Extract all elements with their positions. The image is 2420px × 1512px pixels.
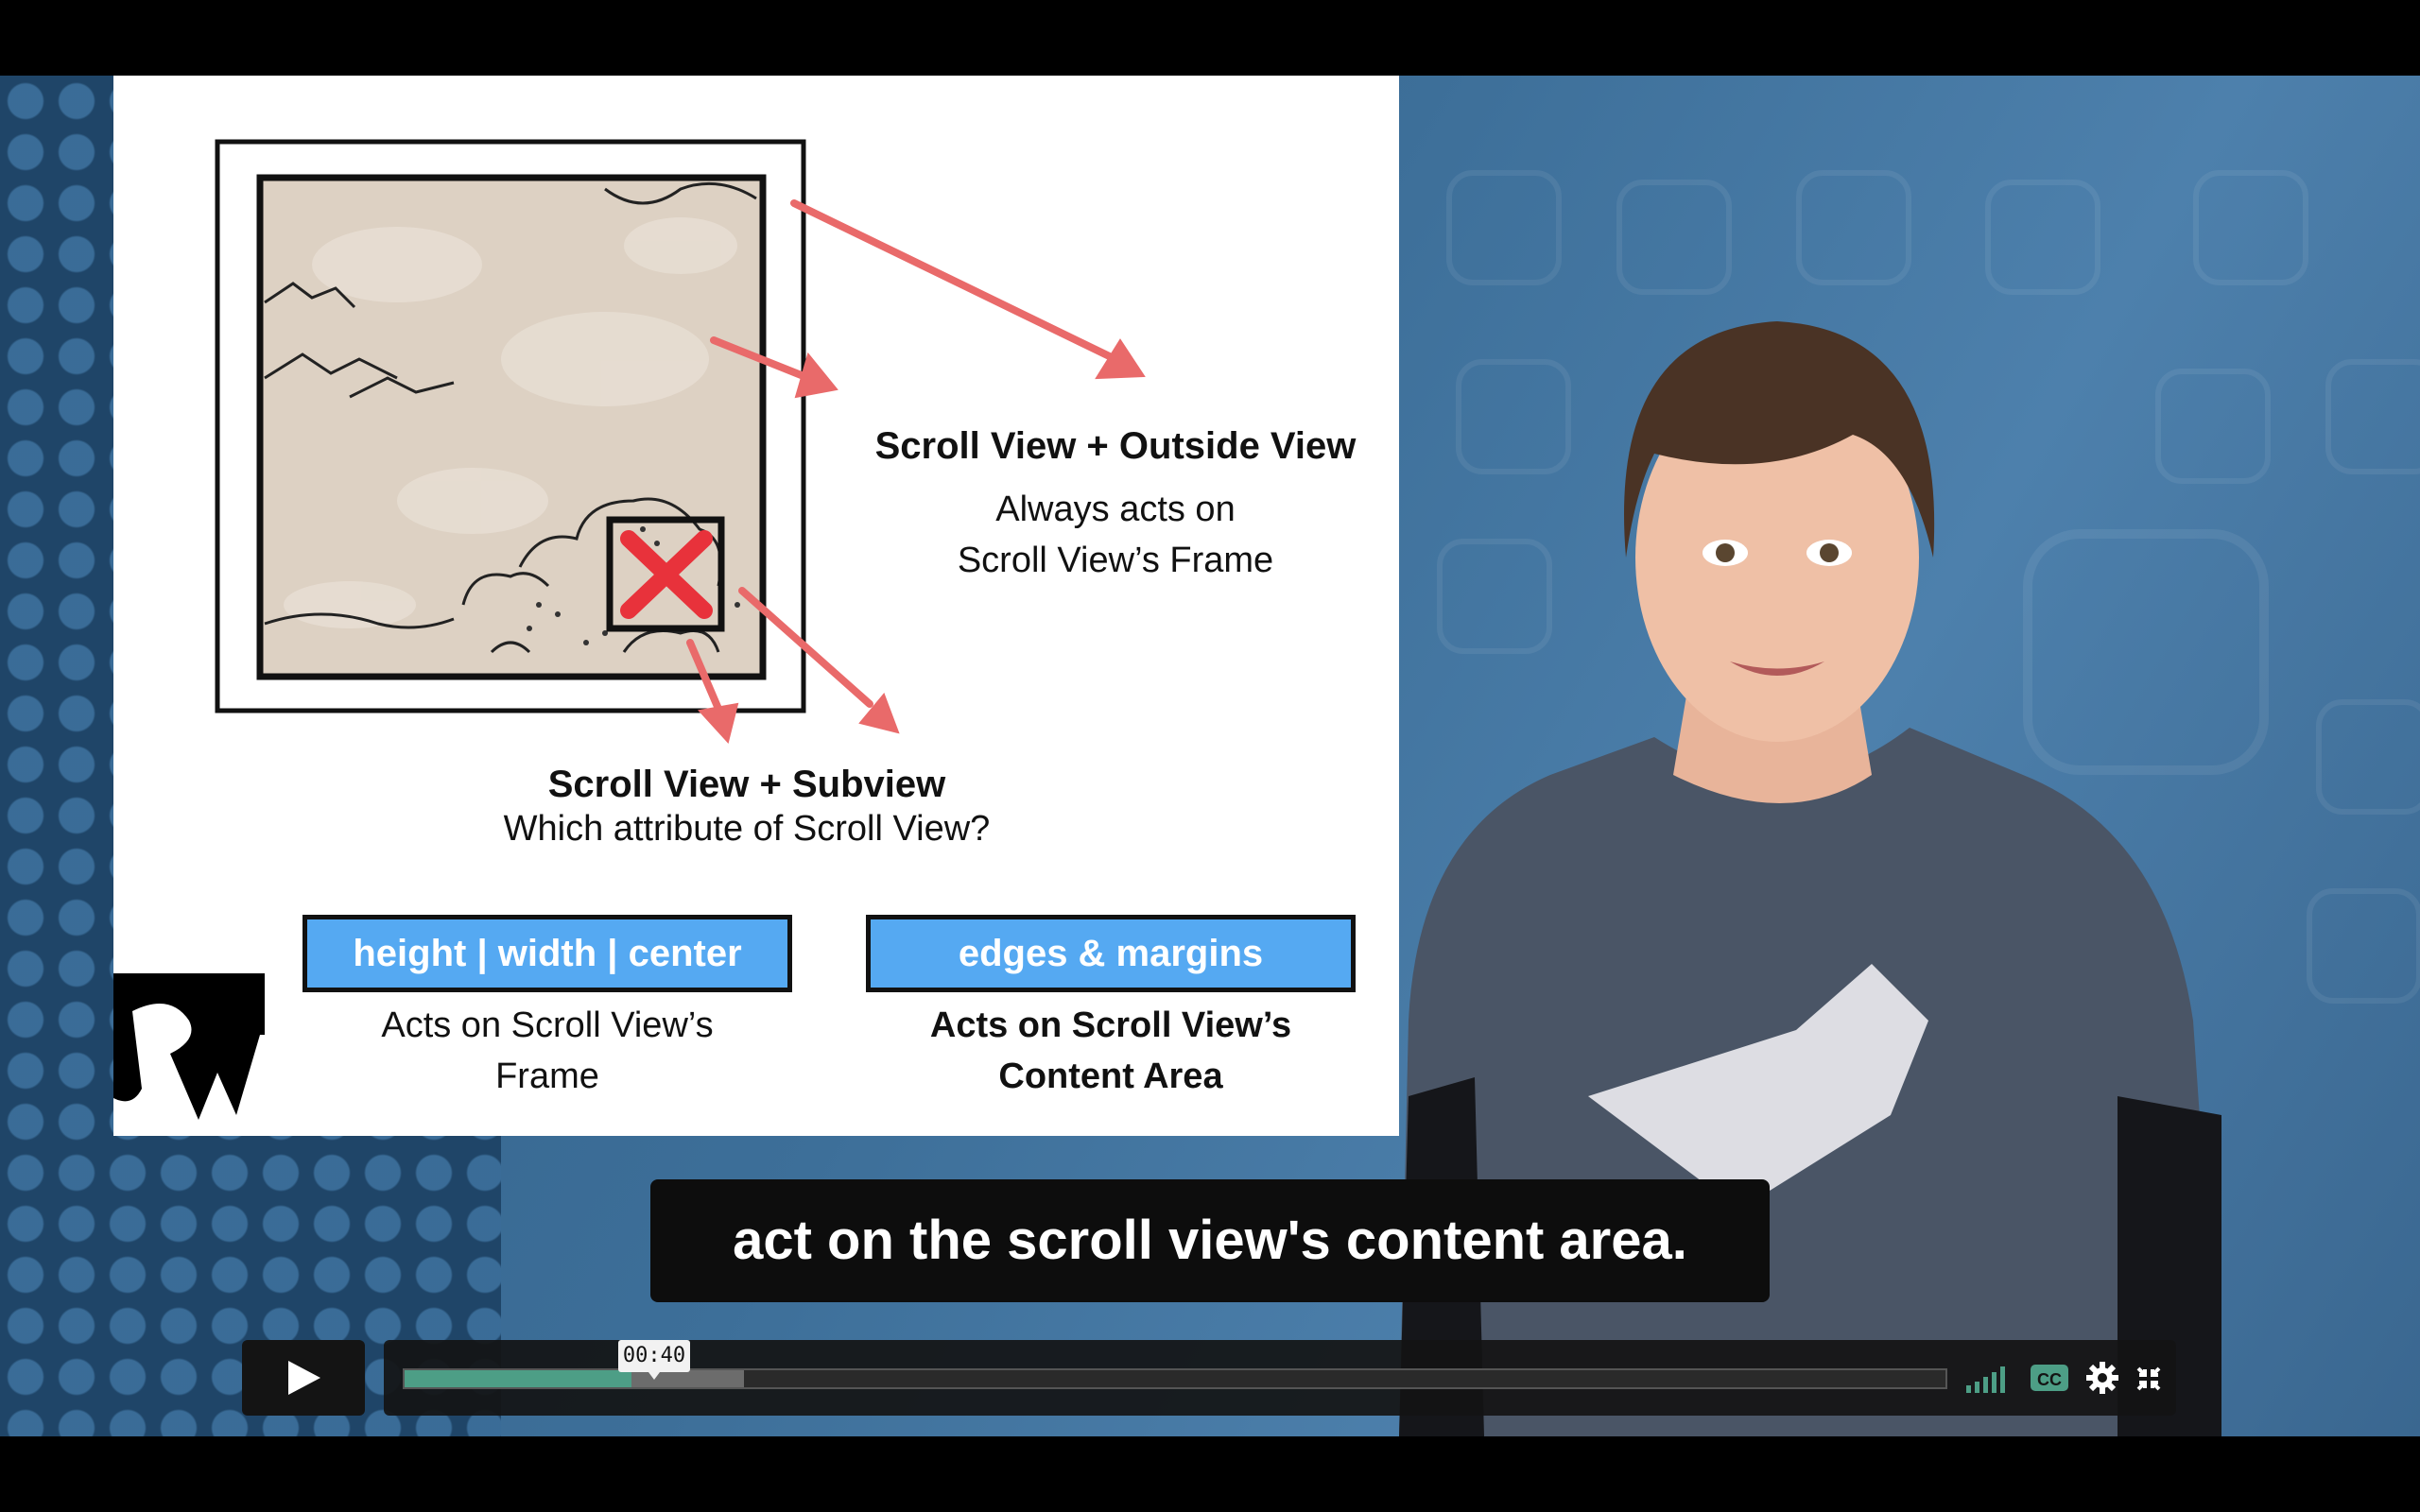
play-icon (288, 1361, 320, 1395)
subview-title: Scroll View + Subview (547, 764, 946, 805)
frame-attributes-pill: height | width | center (302, 915, 792, 992)
content-note-line1: Acts on Scroll View’s (929, 1005, 1292, 1045)
volume-icon[interactable] (1964, 1361, 2010, 1395)
play-button[interactable] (242, 1340, 365, 1416)
presentation-slide: Scroll View + Outside View Always acts o… (113, 76, 1399, 1136)
subtitle-caption: act on the scroll view's content area. (650, 1179, 1770, 1302)
progress-track[interactable]: 00:40 (403, 1340, 1947, 1389)
content-area-attributes-pill: edges & margins (866, 915, 1356, 992)
rw-logo (113, 973, 265, 1136)
current-time-tooltip: 00:40 (618, 1340, 690, 1380)
control-bar: 00:40 CC (384, 1340, 2176, 1416)
outside-view-line2: Scroll View’s Frame (957, 541, 1274, 580)
cc-icon[interactable]: CC (2031, 1361, 2068, 1395)
outside-view-title: Scroll View + Outside View (874, 425, 1357, 467)
fullscreen-exit-icon[interactable] (2135, 1361, 2163, 1395)
outside-view-line1: Always acts on (995, 490, 1236, 529)
content-note-line2: Content Area (998, 1057, 1223, 1096)
video-player[interactable]: Scroll View + Outside View Always acts o… (0, 76, 2420, 1436)
frame-note-line1: Acts on Scroll View’s (381, 1005, 714, 1045)
frame-note-line2: Frame (495, 1057, 599, 1096)
played-bar (405, 1370, 631, 1387)
svg-text:CC: CC (2037, 1370, 2062, 1389)
subview-question: Which attribute of Scroll View? (503, 809, 991, 849)
settings-icon[interactable] (2085, 1361, 2119, 1395)
